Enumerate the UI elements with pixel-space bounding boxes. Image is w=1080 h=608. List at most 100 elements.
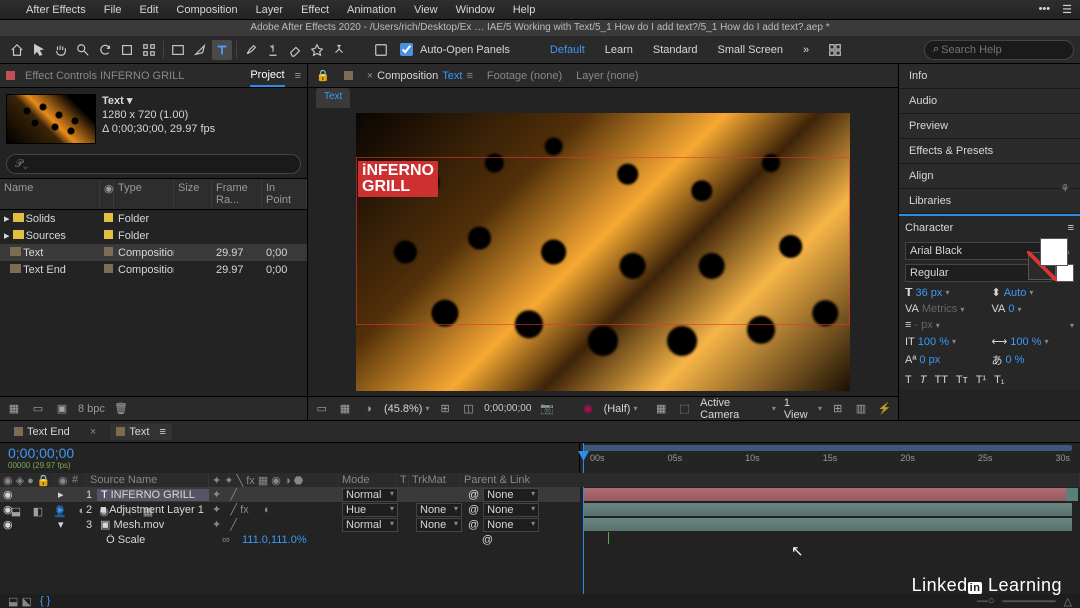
col-parent[interactable]: Parent & Link bbox=[461, 473, 1080, 487]
layer-track[interactable] bbox=[583, 518, 1072, 531]
new-comp-icon[interactable]: ▣ bbox=[54, 401, 70, 417]
menu-extra-dots-icon[interactable]: ••• bbox=[1039, 3, 1051, 16]
panel-effects-presets[interactable]: Effects & Presets bbox=[899, 139, 1080, 164]
fast-preview-icon[interactable]: ⚡ bbox=[877, 401, 892, 417]
layer-tab[interactable]: Layer (none) bbox=[576, 66, 638, 86]
mode-dropdown[interactable]: Normal▾ bbox=[342, 488, 398, 502]
col-fr[interactable]: Frame Ra... bbox=[212, 179, 262, 209]
tracking-value[interactable]: 0 bbox=[1008, 303, 1014, 315]
col-tag-icon[interactable]: ◉ bbox=[100, 179, 114, 209]
mode-dropdown[interactable]: Hue▾ bbox=[342, 503, 398, 517]
render-icon[interactable]: ▦ bbox=[140, 503, 156, 519]
col-type[interactable]: Type bbox=[114, 179, 174, 209]
kerning-value[interactable]: Metrics bbox=[922, 303, 957, 315]
label-chip-icon[interactable] bbox=[104, 213, 113, 222]
property-row[interactable]: Ö Scale ∞ 111.0,111.0% @ bbox=[0, 532, 580, 547]
label-chip-icon[interactable] bbox=[104, 247, 113, 256]
col-mode[interactable]: Mode bbox=[339, 473, 397, 487]
timeline-tab[interactable]: Text End bbox=[8, 424, 76, 440]
text-layer-inferno[interactable]: iNFERNO GRILL bbox=[358, 161, 438, 197]
interpret-icon[interactable]: ▦ bbox=[6, 401, 22, 417]
roto-tool-icon[interactable] bbox=[307, 40, 327, 60]
menu-layer[interactable]: Layer bbox=[256, 4, 284, 16]
allcaps-icon[interactable]: TT bbox=[934, 374, 947, 386]
layer-name[interactable]: Mesh.mov bbox=[113, 519, 164, 531]
pixel-aspect-icon[interactable]: ▥ bbox=[853, 401, 868, 417]
camera-dropdown[interactable]: Active Camera ▾ bbox=[700, 397, 776, 421]
smallcaps-icon[interactable]: Tᴛ bbox=[956, 374, 968, 386]
menu-animation[interactable]: Animation bbox=[347, 4, 396, 16]
brackets-icon[interactable]: { } bbox=[40, 595, 50, 607]
menu-composition[interactable]: Composition bbox=[176, 4, 237, 16]
always-preview-icon[interactable]: ▭ bbox=[314, 401, 329, 417]
tsume-value[interactable]: 0 % bbox=[1006, 354, 1025, 366]
parent-dropdown[interactable]: None▾ bbox=[483, 503, 539, 517]
col-t[interactable]: T bbox=[397, 473, 409, 487]
lock-icon[interactable]: 🔒 bbox=[316, 69, 330, 82]
toggle-switches-icon[interactable]: ⬓ ⬕ bbox=[8, 595, 32, 608]
snapshot-icon[interactable]: 📷 bbox=[539, 401, 554, 417]
layer-row[interactable]: ◉ ▾ 3 ▣ Mesh.mov ✦ ╱ Normal▾ None▾ @None… bbox=[0, 517, 580, 532]
stroke-width-value[interactable]: - px bbox=[914, 319, 932, 331]
work-area-bar[interactable] bbox=[583, 445, 1072, 451]
footage-tab[interactable]: Footage (none) bbox=[487, 66, 562, 86]
pickwhip-icon[interactable]: @ bbox=[468, 489, 479, 501]
auto-open-panels-checkbox[interactable] bbox=[400, 43, 413, 56]
frame-blend-icon[interactable]: ◐ bbox=[74, 503, 90, 519]
mask-icon[interactable]: ◑ bbox=[361, 401, 376, 417]
asset-row[interactable]: Text Composition 29.97 0;00 bbox=[0, 244, 307, 261]
layer-name[interactable]: INFERNO GRILL bbox=[111, 489, 195, 501]
selection-tool-icon[interactable] bbox=[29, 40, 49, 60]
menu-view[interactable]: View bbox=[414, 4, 438, 16]
3d-view-icon[interactable]: ⬚ bbox=[677, 401, 692, 417]
view-layout-icon[interactable]: ▦ bbox=[653, 401, 668, 417]
zoom-tool-icon[interactable] bbox=[73, 40, 93, 60]
keyframe-marker[interactable] bbox=[608, 532, 609, 544]
asset-row[interactable]: ▸ Sources Folder bbox=[0, 227, 307, 244]
project-tab[interactable]: Project bbox=[250, 65, 284, 87]
workspace-small[interactable]: Small Screen bbox=[708, 44, 793, 56]
eraser-tool-icon[interactable] bbox=[285, 40, 305, 60]
panel-audio[interactable]: Audio bbox=[899, 89, 1080, 114]
panel-libraries[interactable]: Libraries bbox=[899, 189, 1080, 214]
type-tool-icon[interactable] bbox=[212, 40, 232, 60]
color-depth[interactable]: 8 bpc bbox=[78, 403, 105, 415]
property-name[interactable]: Scale bbox=[118, 534, 146, 546]
current-time-indicator[interactable] bbox=[583, 487, 584, 594]
res-dropdown[interactable]: (Half) ▾ bbox=[604, 403, 638, 415]
brush-tool-icon[interactable] bbox=[241, 40, 261, 60]
baseline-value[interactable]: 0 px bbox=[919, 354, 940, 366]
menu-window[interactable]: Window bbox=[456, 4, 495, 16]
roi-icon[interactable]: ◫ bbox=[461, 401, 476, 417]
current-time-indicator[interactable] bbox=[583, 443, 584, 473]
timeline-timecode[interactable]: 0;00;00;00 bbox=[0, 443, 82, 461]
trkmat-dropdown[interactable]: None▾ bbox=[416, 518, 462, 532]
panel-align[interactable]: Align bbox=[899, 164, 1080, 189]
faux-italic-icon[interactable]: T bbox=[920, 374, 927, 386]
workspace-grid-icon[interactable] bbox=[825, 40, 845, 60]
clone-tool-icon[interactable] bbox=[263, 40, 283, 60]
workspace-learn[interactable]: Learn bbox=[595, 44, 643, 56]
timeline-tab[interactable]: Text≡ bbox=[110, 424, 172, 440]
parent-dropdown[interactable]: None▾ bbox=[483, 518, 539, 532]
layer-track[interactable] bbox=[583, 503, 1072, 516]
resolution-icon[interactable]: ⊞ bbox=[437, 401, 452, 417]
col-size[interactable]: Size bbox=[174, 179, 212, 209]
trkmat-dropdown[interactable]: None▾ bbox=[416, 503, 462, 517]
breadcrumb-comp[interactable]: Text bbox=[316, 88, 350, 108]
rect-tool-icon[interactable] bbox=[168, 40, 188, 60]
zoom-slider[interactable]: ━━━━━━━━ bbox=[1003, 595, 1056, 608]
workspace-default[interactable]: Default bbox=[540, 44, 595, 56]
asset-row[interactable]: Text End Composition 29.97 0;00 bbox=[0, 261, 307, 278]
tab-menu-icon[interactable]: ≡ bbox=[159, 426, 165, 438]
project-search-input[interactable] bbox=[13, 157, 294, 171]
fill-swatch[interactable] bbox=[1040, 238, 1068, 266]
panel-info[interactable]: Info bbox=[899, 64, 1080, 89]
new-folder-icon[interactable]: ▭ bbox=[30, 401, 46, 417]
draft3d-icon[interactable]: ◧ bbox=[30, 503, 46, 519]
faux-bold-icon[interactable]: T bbox=[905, 374, 912, 386]
auto-open-panels-toggle[interactable]: Auto-Open Panels bbox=[396, 40, 510, 59]
orbit-tool-icon[interactable] bbox=[95, 40, 115, 60]
mode-dropdown[interactable]: Normal▾ bbox=[342, 518, 398, 532]
col-trkmat[interactable]: TrkMat bbox=[409, 473, 461, 487]
